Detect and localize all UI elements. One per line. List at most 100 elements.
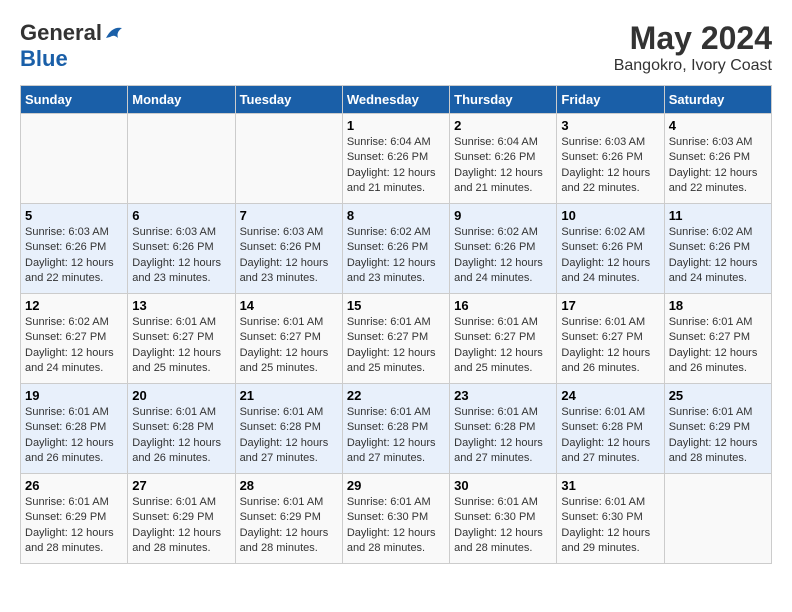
- day-info: Sunrise: 6:01 AM Sunset: 6:30 PM Dayligh…: [454, 495, 552, 557]
- day-number: 19: [25, 388, 123, 403]
- day-number: 11: [669, 208, 767, 223]
- day-info: Sunrise: 6:04 AM Sunset: 6:26 PM Dayligh…: [454, 135, 552, 197]
- day-info: Sunrise: 6:01 AM Sunset: 6:27 PM Dayligh…: [347, 315, 445, 377]
- calendar-cell: 22 Sunrise: 6:01 AM Sunset: 6:28 PM Dayli…: [342, 384, 449, 474]
- calendar-cell: 1 Sunrise: 6:04 AM Sunset: 6:26 PM Daylig…: [342, 114, 449, 204]
- day-info: Sunrise: 6:01 AM Sunset: 6:27 PM Dayligh…: [669, 315, 767, 377]
- day-number: 9: [454, 208, 552, 223]
- calendar-cell: 15 Sunrise: 6:01 AM Sunset: 6:27 PM Dayli…: [342, 294, 449, 384]
- calendar-cell: 10Sunrise: 6:02 AM Sunset: 6:26 PM Dayli…: [557, 204, 664, 294]
- day-number: 12: [25, 298, 123, 313]
- day-header-thursday: Thursday: [450, 86, 557, 114]
- logo-general: General: [20, 20, 102, 46]
- calendar-header-row: SundayMondayTuesdayWednesdayThursdayFrid…: [21, 86, 772, 114]
- calendar-week-row: 12 Sunrise: 6:02 AM Sunset: 6:27 PM Dayli…: [21, 294, 772, 384]
- calendar-cell: 21 Sunrise: 6:01 AM Sunset: 6:28 PM Dayli…: [235, 384, 342, 474]
- location-title: Bangokro, Ivory Coast: [614, 57, 772, 75]
- calendar-cell: [128, 114, 235, 204]
- day-info: Sunrise: 6:01 AM Sunset: 6:29 PM Dayligh…: [240, 495, 338, 557]
- day-info: Sunrise: 6:01 AM Sunset: 6:28 PM Dayligh…: [561, 405, 659, 467]
- day-number: 28: [240, 478, 338, 493]
- day-number: 31: [561, 478, 659, 493]
- calendar-cell: [21, 114, 128, 204]
- calendar-cell: 12 Sunrise: 6:02 AM Sunset: 6:27 PM Dayli…: [21, 294, 128, 384]
- calendar-cell: 6 Sunrise: 6:03 AM Sunset: 6:26 PM Daylig…: [128, 204, 235, 294]
- month-title: May 2024: [614, 20, 772, 57]
- day-number: 17: [561, 298, 659, 313]
- day-info: Sunrise: 6:03 AM Sunset: 6:26 PM Dayligh…: [240, 225, 338, 287]
- day-number: 30: [454, 478, 552, 493]
- day-number: 6: [132, 208, 230, 223]
- title-area: May 2024 Bangokro, Ivory Coast: [614, 20, 772, 75]
- calendar-cell: 14Sunrise: 6:01 AM Sunset: 6:27 PM Dayli…: [235, 294, 342, 384]
- calendar-cell: 18 Sunrise: 6:01 AM Sunset: 6:27 PM Dayli…: [664, 294, 771, 384]
- day-info: Sunrise: 6:01 AM Sunset: 6:30 PM Dayligh…: [561, 495, 659, 557]
- calendar-cell: 2Sunrise: 6:04 AM Sunset: 6:26 PM Daylig…: [450, 114, 557, 204]
- calendar-cell: 16 Sunrise: 6:01 AM Sunset: 6:27 PM Dayli…: [450, 294, 557, 384]
- day-info: Sunrise: 6:01 AM Sunset: 6:28 PM Dayligh…: [25, 405, 123, 467]
- day-info: Sunrise: 6:04 AM Sunset: 6:26 PM Dayligh…: [347, 135, 445, 197]
- calendar-cell: 23 Sunrise: 6:01 AM Sunset: 6:28 PM Dayli…: [450, 384, 557, 474]
- day-number: 20: [132, 388, 230, 403]
- day-number: 15: [347, 298, 445, 313]
- calendar-cell: 30 Sunrise: 6:01 AM Sunset: 6:30 PM Dayli…: [450, 474, 557, 564]
- day-number: 7: [240, 208, 338, 223]
- day-info: Sunrise: 6:02 AM Sunset: 6:26 PM Dayligh…: [669, 225, 767, 287]
- day-info: Sunrise: 6:03 AM Sunset: 6:26 PM Dayligh…: [25, 225, 123, 287]
- day-info: Sunrise: 6:03 AM Sunset: 6:26 PM Dayligh…: [669, 135, 767, 197]
- day-number: 29: [347, 478, 445, 493]
- day-number: 16: [454, 298, 552, 313]
- day-info: Sunrise: 6:02 AM Sunset: 6:27 PM Dayligh…: [25, 315, 123, 377]
- day-header-tuesday: Tuesday: [235, 86, 342, 114]
- calendar-cell: [235, 114, 342, 204]
- calendar-week-row: 5 Sunrise: 6:03 AM Sunset: 6:26 PM Daylig…: [21, 204, 772, 294]
- calendar-table: SundayMondayTuesdayWednesdayThursdayFrid…: [20, 85, 772, 564]
- day-info: Sunrise: 6:01 AM Sunset: 6:28 PM Dayligh…: [454, 405, 552, 467]
- day-number: 18: [669, 298, 767, 313]
- calendar-cell: 5 Sunrise: 6:03 AM Sunset: 6:26 PM Daylig…: [21, 204, 128, 294]
- day-info: Sunrise: 6:01 AM Sunset: 6:30 PM Dayligh…: [347, 495, 445, 557]
- day-number: 23: [454, 388, 552, 403]
- calendar-cell: 26Sunrise: 6:01 AM Sunset: 6:29 PM Dayli…: [21, 474, 128, 564]
- day-info: Sunrise: 6:03 AM Sunset: 6:26 PM Dayligh…: [132, 225, 230, 287]
- logo-blue: Blue: [20, 46, 68, 72]
- day-info: Sunrise: 6:01 AM Sunset: 6:27 PM Dayligh…: [561, 315, 659, 377]
- day-info: Sunrise: 6:01 AM Sunset: 6:28 PM Dayligh…: [132, 405, 230, 467]
- calendar-cell: 8 Sunrise: 6:02 AM Sunset: 6:26 PM Daylig…: [342, 204, 449, 294]
- day-info: Sunrise: 6:01 AM Sunset: 6:28 PM Dayligh…: [347, 405, 445, 467]
- day-info: Sunrise: 6:01 AM Sunset: 6:29 PM Dayligh…: [25, 495, 123, 557]
- day-number: 22: [347, 388, 445, 403]
- day-header-monday: Monday: [128, 86, 235, 114]
- day-info: Sunrise: 6:01 AM Sunset: 6:27 PM Dayligh…: [454, 315, 552, 377]
- calendar-cell: [664, 474, 771, 564]
- day-info: Sunrise: 6:01 AM Sunset: 6:29 PM Dayligh…: [132, 495, 230, 557]
- calendar-week-row: 26Sunrise: 6:01 AM Sunset: 6:29 PM Dayli…: [21, 474, 772, 564]
- calendar-cell: 17 Sunrise: 6:01 AM Sunset: 6:27 PM Dayli…: [557, 294, 664, 384]
- day-number: 3: [561, 118, 659, 133]
- day-info: Sunrise: 6:01 AM Sunset: 6:27 PM Dayligh…: [240, 315, 338, 377]
- day-info: Sunrise: 6:02 AM Sunset: 6:26 PM Dayligh…: [347, 225, 445, 287]
- day-info: Sunrise: 6:01 AM Sunset: 6:29 PM Dayligh…: [669, 405, 767, 467]
- day-header-sunday: Sunday: [21, 86, 128, 114]
- calendar-cell: 24Sunrise: 6:01 AM Sunset: 6:28 PM Dayli…: [557, 384, 664, 474]
- day-info: Sunrise: 6:02 AM Sunset: 6:26 PM Dayligh…: [454, 225, 552, 287]
- calendar-cell: 4 Sunrise: 6:03 AM Sunset: 6:26 PM Daylig…: [664, 114, 771, 204]
- calendar-cell: 13Sunrise: 6:01 AM Sunset: 6:27 PM Dayli…: [128, 294, 235, 384]
- calendar-cell: 31 Sunrise: 6:01 AM Sunset: 6:30 PM Dayli…: [557, 474, 664, 564]
- calendar-cell: 11 Sunrise: 6:02 AM Sunset: 6:26 PM Dayli…: [664, 204, 771, 294]
- day-info: Sunrise: 6:02 AM Sunset: 6:26 PM Dayligh…: [561, 225, 659, 287]
- day-header-saturday: Saturday: [664, 86, 771, 114]
- calendar-cell: 28 Sunrise: 6:01 AM Sunset: 6:29 PM Dayli…: [235, 474, 342, 564]
- calendar-cell: 27Sunrise: 6:01 AM Sunset: 6:29 PM Dayli…: [128, 474, 235, 564]
- calendar-cell: 20 Sunrise: 6:01 AM Sunset: 6:28 PM Dayli…: [128, 384, 235, 474]
- calendar-week-row: 1 Sunrise: 6:04 AM Sunset: 6:26 PM Daylig…: [21, 114, 772, 204]
- day-number: 8: [347, 208, 445, 223]
- day-number: 4: [669, 118, 767, 133]
- day-number: 21: [240, 388, 338, 403]
- calendar-cell: 25Sunrise: 6:01 AM Sunset: 6:29 PM Dayli…: [664, 384, 771, 474]
- logo-bird-icon: [104, 24, 126, 42]
- calendar-cell: 9 Sunrise: 6:02 AM Sunset: 6:26 PM Daylig…: [450, 204, 557, 294]
- day-number: 1: [347, 118, 445, 133]
- day-number: 5: [25, 208, 123, 223]
- day-info: Sunrise: 6:01 AM Sunset: 6:28 PM Dayligh…: [240, 405, 338, 467]
